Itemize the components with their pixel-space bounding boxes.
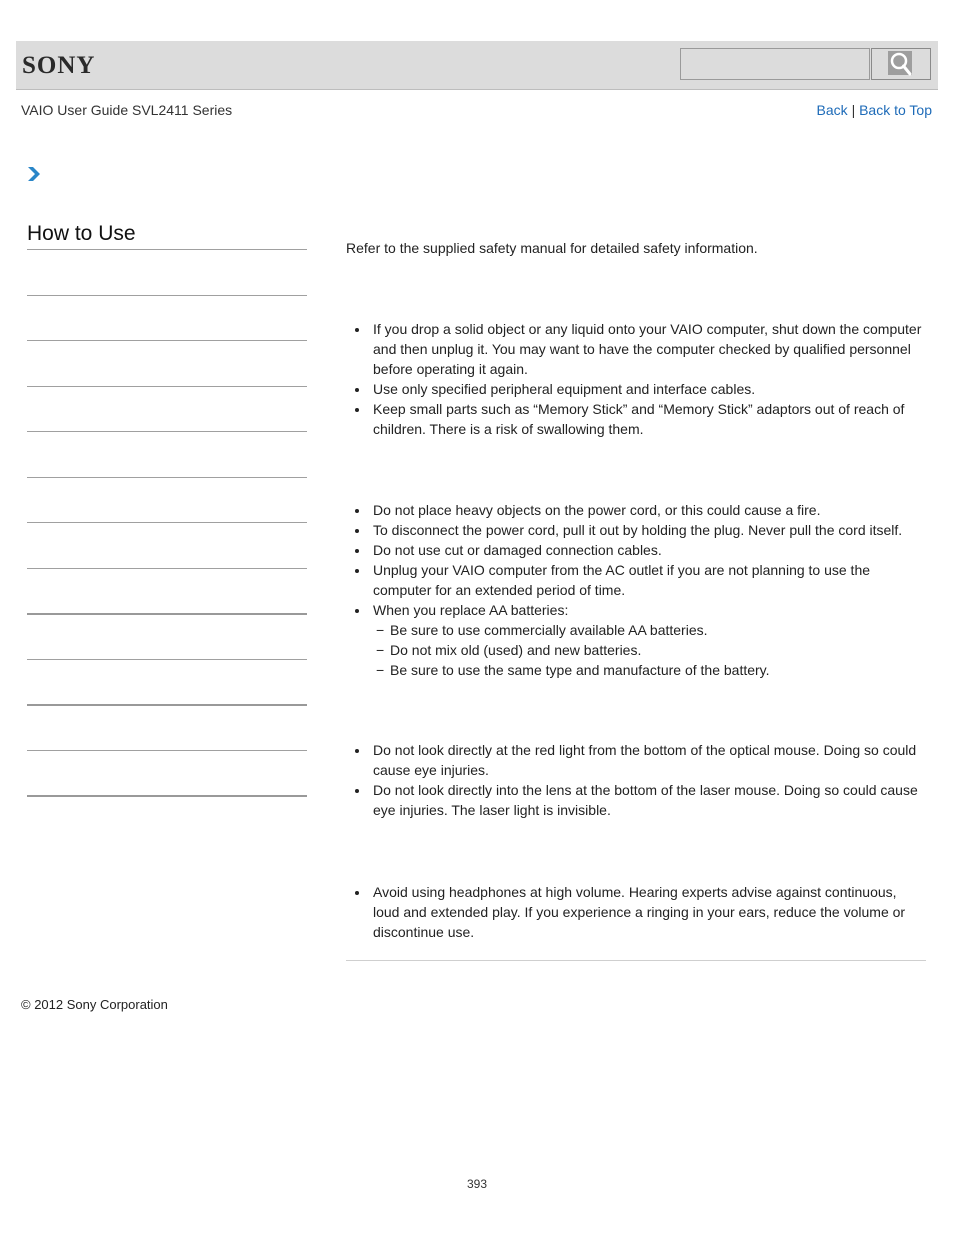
list-item: Do not look directly into the lens at th… <box>346 780 926 820</box>
sidebar-item[interactable] <box>27 294 307 341</box>
battery-sublist: − Be sure to use commercially available A… <box>373 620 926 680</box>
nav-separator: | <box>851 102 856 118</box>
chevron-right-icon <box>28 167 40 181</box>
sidebar-divider <box>27 795 307 797</box>
back-to-top-link[interactable]: Back to Top <box>859 102 932 118</box>
dash-icon: − <box>376 662 385 678</box>
list-item: Do not look directly at the red light fr… <box>346 740 926 780</box>
sidebar-item[interactable] <box>27 567 307 614</box>
sidebar-item[interactable] <box>27 385 307 432</box>
bullet-icon <box>355 789 359 793</box>
dash-icon: − <box>376 622 385 638</box>
list-item: If you drop a solid object or any liquid… <box>346 319 926 379</box>
sub-list-item: − Do not mix old (used) and new batteries… <box>376 642 642 658</box>
section-mouse-list: Do not look directly at the red light fr… <box>346 740 926 820</box>
bullet-icon <box>355 509 359 513</box>
list-item: Use only specified peripheral equipment … <box>346 379 926 399</box>
bullet-icon <box>355 609 359 613</box>
page-number: 393 <box>466 1177 488 1191</box>
dash-icon: − <box>376 642 385 658</box>
bullet-icon <box>355 549 359 553</box>
search-input[interactable] <box>680 48 870 80</box>
bullet-icon <box>355 388 359 392</box>
sony-logo: SONY <box>22 52 96 79</box>
list-item: Keep small parts such as “Memory Stick” … <box>346 399 926 439</box>
sidebar-item[interactable] <box>27 704 307 750</box>
sidebar-item[interactable] <box>27 522 307 568</box>
intro-text: Refer to the supplied safety manual for … <box>346 240 758 256</box>
magnifier-icon <box>888 51 912 76</box>
back-link[interactable]: Back <box>817 102 848 118</box>
sub-list-item: − Be sure to use the same type and manufa… <box>376 662 770 678</box>
bullet-icon <box>355 408 359 412</box>
sidebar-item[interactable] <box>27 658 307 705</box>
sub-list-item: − Be sure to use commercially available A… <box>376 622 708 638</box>
bullet-icon <box>355 569 359 573</box>
sidebar-title: How to Use <box>27 222 136 245</box>
site-header: SONY <box>16 41 938 90</box>
section-general-list: If you drop a solid object or any liquid… <box>346 319 926 439</box>
main-content: Refer to the supplied safety manual for … <box>346 238 926 940</box>
list-item: To disconnect the power cord, pull it ou… <box>346 520 926 540</box>
sidebar-item[interactable] <box>27 613 307 659</box>
sidebar-item[interactable] <box>27 249 307 295</box>
guide-title: VAIO User Guide SVL2411 Series <box>21 102 233 118</box>
bullet-icon <box>355 891 359 895</box>
list-item: Do not use cut or damaged connection cab… <box>346 540 926 560</box>
list-item: Avoid using headphones at high volume. H… <box>346 882 926 942</box>
bullet-icon <box>355 328 359 332</box>
bullet-icon <box>355 529 359 533</box>
sidebar-item[interactable] <box>27 749 307 796</box>
list-item: Unplug your VAIO computer from the AC ou… <box>346 560 926 600</box>
section-power-list: Do not place heavy objects on the power … <box>346 500 926 680</box>
copyright: © 2012 Sony Corporation <box>21 997 168 1012</box>
search-button[interactable] <box>871 48 931 80</box>
sidebar-item[interactable] <box>27 476 307 523</box>
list-item: When you replace AA batteries: − Be sure … <box>346 600 926 680</box>
list-item: Do not place heavy objects on the power … <box>346 500 926 520</box>
breadcrumb[interactable] <box>27 166 41 187</box>
nav-links: Back | Back to Top <box>817 102 932 118</box>
sidebar-item[interactable] <box>27 431 307 477</box>
bullet-icon <box>355 749 359 753</box>
sidebar-nav <box>27 249 307 797</box>
section-headphones-list: Avoid using headphones at high volume. H… <box>346 882 926 942</box>
sidebar-item[interactable] <box>27 340 307 386</box>
content-divider <box>346 960 926 961</box>
